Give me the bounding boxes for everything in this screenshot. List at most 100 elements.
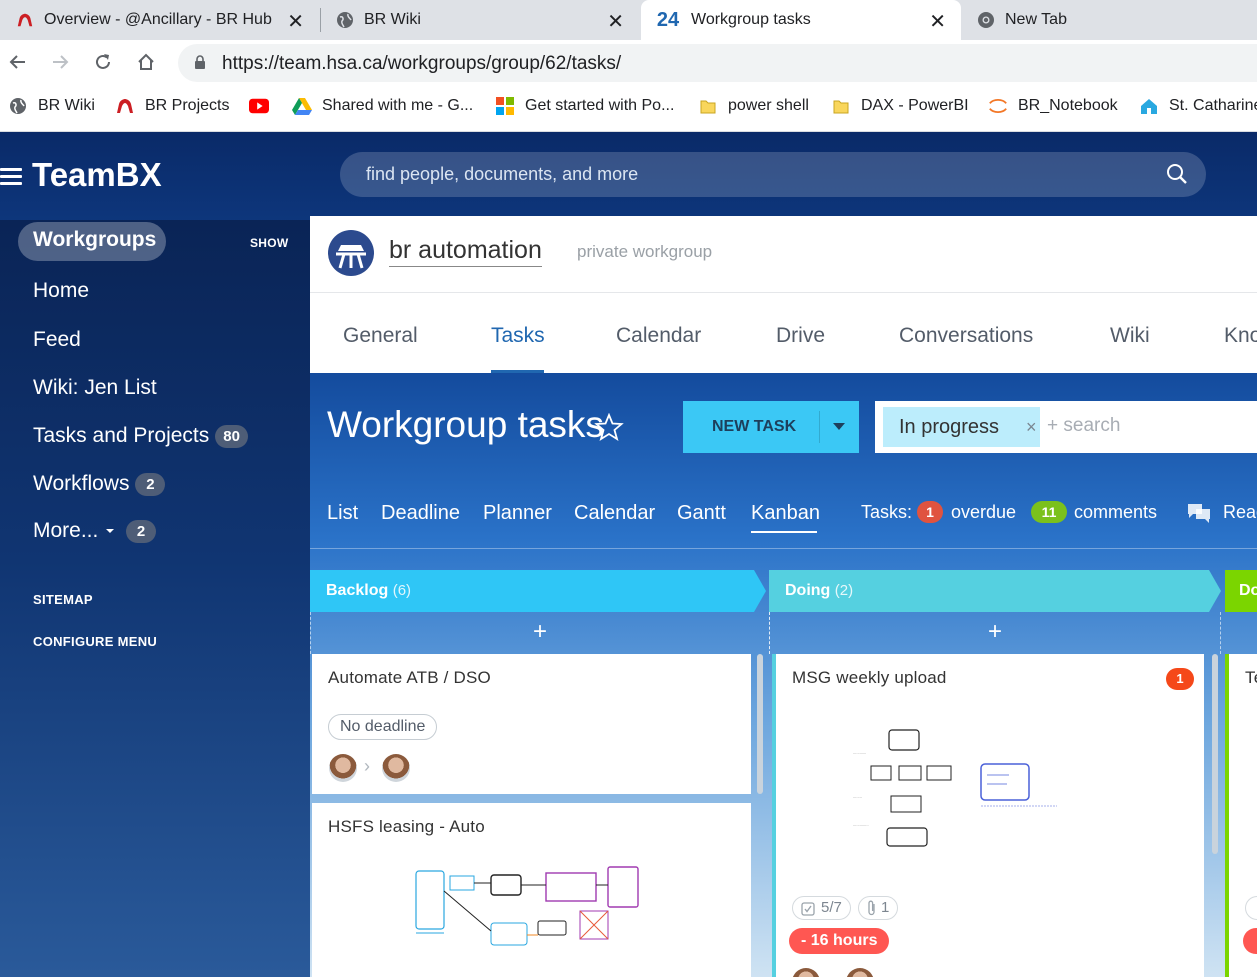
forward-icon[interactable]	[48, 50, 72, 74]
chat-icon[interactable]	[1186, 502, 1212, 529]
kanban-column-done[interactable]: Do	[1225, 570, 1257, 612]
workgroup-name[interactable]: br automation	[389, 236, 542, 267]
new-task-button[interactable]: NEW TASK	[683, 401, 859, 453]
avatar[interactable]	[329, 754, 357, 782]
task-preview-image[interactable]	[386, 861, 646, 976]
kanban-column-doing[interactable]: Doing (2)	[769, 570, 1221, 612]
chevron-down-icon	[106, 529, 115, 534]
tab-knowledge[interactable]: Kno	[1224, 324, 1257, 348]
close-icon[interactable]: ✕	[929, 9, 946, 34]
browser-tab-br-wiki[interactable]: BR Wiki ✕	[336, 0, 636, 40]
deadline-overdue-badge[interactable]	[1243, 928, 1257, 954]
reload-icon[interactable]	[91, 50, 115, 74]
workgroup-logo[interactable]	[328, 230, 374, 276]
task-title[interactable]: Te	[1245, 668, 1257, 688]
task-title[interactable]: HSFS leasing - Auto	[328, 817, 485, 837]
bookmark-st-catharine[interactable]: St. Catharine	[1139, 96, 1257, 116]
tab-conversations[interactable]: Conversations	[899, 324, 1033, 348]
sidebar-item-home[interactable]: Home	[33, 279, 89, 303]
browser-tab-new-tab[interactable]: New Tab	[977, 0, 1257, 40]
search-icon[interactable]	[1166, 163, 1188, 190]
avatar[interactable]	[792, 968, 820, 977]
view-tab-kanban[interactable]: Kanban	[751, 502, 820, 525]
folder-icon	[698, 96, 718, 116]
attachments-counter[interactable]: 1	[858, 896, 899, 920]
kanban-column-backlog[interactable]: Backlog (6)	[310, 570, 766, 612]
scrollbar[interactable]	[1212, 654, 1218, 854]
add-task-doing-button[interactable]: +	[769, 612, 1221, 654]
app-brand[interactable]: TeamBX	[32, 156, 162, 194]
overdue-link[interactable]: overdue	[951, 502, 1016, 523]
browser-tab-title: Workgroup tasks	[691, 11, 811, 28]
tab-calendar[interactable]: Calendar	[616, 324, 701, 348]
back-icon[interactable]	[6, 50, 30, 74]
checklist-counter[interactable]	[1245, 896, 1257, 920]
sidebar-item-tasks-and-projects[interactable]: Tasks and Projects 80	[33, 424, 248, 448]
deadline-badge[interactable]: No deadline	[328, 714, 438, 740]
task-preview-image[interactable]	[979, 760, 1059, 808]
browser-toolbar: https://team.hsa.ca/workgroups/group/62/…	[0, 40, 1257, 86]
divider	[310, 292, 1257, 293]
task-card[interactable]: MSG weekly upload 1 ............ .......…	[772, 654, 1204, 977]
bookmark-power-shell[interactable]: power shell	[698, 96, 809, 116]
close-icon[interactable]: ✕	[287, 9, 304, 34]
close-icon[interactable]: ✕	[607, 9, 624, 34]
filter-chip-in-progress[interactable]: In progress ×	[883, 407, 1040, 447]
search-input[interactable]: + search	[1047, 415, 1120, 437]
bookmark-br-notebook[interactable]: BR_Notebook	[988, 96, 1118, 116]
avatar[interactable]	[382, 754, 410, 782]
close-icon[interactable]: ×	[1026, 417, 1037, 438]
overdue-count-badge[interactable]: 1	[917, 501, 943, 523]
sidebar-configure-menu-link[interactable]: CONFIGURE MENU	[33, 634, 157, 649]
comments-link[interactable]: comments	[1074, 502, 1157, 523]
sidebar-item-feed[interactable]: Feed	[33, 328, 81, 352]
read-all-link[interactable]: Read	[1223, 502, 1257, 523]
browser-tab-workgroup-tasks[interactable]: 24 Workgroup tasks ✕	[641, 0, 961, 40]
task-card[interactable]: Automate ATB / DSO No deadline ›	[312, 654, 751, 794]
add-task-backlog-button[interactable]: +	[310, 612, 770, 654]
bookmark-br-wiki[interactable]: BR Wiki	[8, 96, 95, 116]
tab-wiki[interactable]: Wiki	[1110, 324, 1150, 348]
home-icon[interactable]	[134, 50, 158, 74]
scrollbar[interactable]	[757, 654, 763, 794]
comment-count-badge[interactable]: 1	[1166, 668, 1194, 690]
bookmark-google-drive[interactable]: Shared with me - G...	[292, 96, 473, 116]
task-title[interactable]: MSG weekly upload	[792, 668, 947, 688]
tab-tasks[interactable]: Tasks	[491, 324, 545, 348]
column-title: Backlog	[326, 582, 389, 599]
sidebar-section-label[interactable]: Workgroups	[33, 228, 156, 252]
bookmark-dax-powerbi[interactable]: DAX - PowerBI	[831, 96, 969, 116]
view-tab-calendar[interactable]: Calendar	[574, 502, 655, 525]
view-tab-deadline[interactable]: Deadline	[381, 502, 460, 525]
browser-tab-br-hub[interactable]: Overview - @Ancillary - BR Hub ✕	[16, 0, 316, 40]
sidebar-item-more[interactable]: More... 2	[33, 519, 157, 543]
sidebar-sitemap-link[interactable]: SITEMAP	[33, 592, 93, 607]
task-title[interactable]: Automate ATB / DSO	[328, 668, 491, 688]
sidebar-item-wiki[interactable]: Wiki: Jen List	[33, 376, 157, 400]
deadline-overdue-badge[interactable]: - 16 hours	[789, 928, 890, 954]
view-tab-list[interactable]: List	[327, 502, 358, 525]
tab-drive[interactable]: Drive	[776, 324, 825, 348]
bookmark-get-started[interactable]: Get started with Po...	[495, 96, 674, 116]
tab-general[interactable]: General	[343, 324, 418, 348]
home-icon	[1139, 96, 1159, 116]
task-filter-search[interactable]: In progress × + search	[875, 401, 1257, 453]
avatar[interactable]	[846, 968, 874, 977]
sidebar-show-button[interactable]: SHOW	[250, 236, 289, 250]
view-tab-planner[interactable]: Planner	[483, 502, 552, 525]
menu-icon[interactable]	[0, 168, 22, 189]
global-search-input[interactable]: find people, documents, and more	[340, 152, 1206, 197]
task-card[interactable]: Te	[1225, 654, 1257, 977]
address-bar[interactable]: https://team.hsa.ca/workgroups/group/62/…	[178, 44, 1257, 82]
task-card[interactable]: HSFS leasing - Auto	[312, 803, 751, 977]
bookmark-youtube[interactable]	[249, 96, 279, 116]
bookmark-br-projects[interactable]: BR Projects	[115, 96, 229, 116]
view-tab-gantt[interactable]: Gantt	[677, 502, 726, 525]
counter-badge: 2	[135, 472, 166, 496]
counter-badge: 2	[126, 519, 157, 543]
chevron-down-icon[interactable]	[833, 423, 845, 430]
star-icon[interactable]	[594, 412, 624, 446]
checklist-counter[interactable]: 5/7	[792, 896, 851, 920]
comments-count-badge[interactable]: 11	[1031, 501, 1067, 523]
sidebar-item-workflows[interactable]: Workflows 2	[33, 472, 166, 496]
